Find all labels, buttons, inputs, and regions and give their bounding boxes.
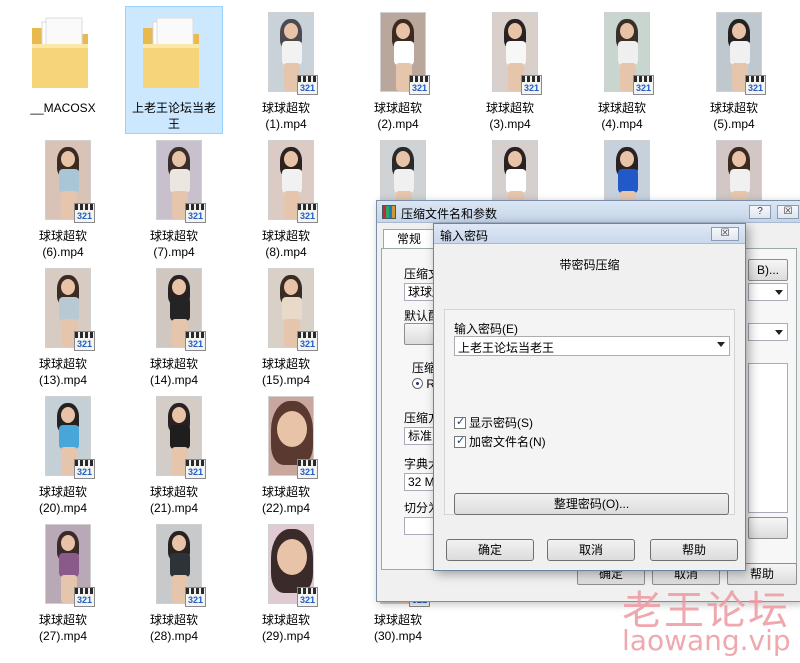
organize-passwords-button[interactable]: 整理密码(O)... <box>454 493 729 515</box>
enter-password-dialog: 输入密码 ☒ 带密码压缩 输入密码(E) 上老王论坛当老王 显示密码(S) 加密… <box>433 223 746 571</box>
archive-options-box <box>748 363 788 513</box>
file-name-label: __MACOSX <box>30 101 96 115</box>
media-player-icon: 321 <box>185 587 206 607</box>
media-player-icon: 321 <box>745 75 766 95</box>
file-name-label: 球球超软 (5).mp4 <box>709 101 758 131</box>
file-name-label: 球球超软 (20).mp4 <box>38 485 88 515</box>
file-name-label: 球球超软 (15).mp4 <box>261 357 311 387</box>
checkbox-checked-icon[interactable] <box>454 434 466 448</box>
media-player-icon: 321 <box>74 203 95 223</box>
video-thumbnail: 321 <box>492 12 542 95</box>
media-player-icon: 321 <box>185 203 206 223</box>
password-combobox[interactable]: 上老王论坛当老王 <box>454 336 730 356</box>
archive-dialog-title: 压缩文件名和参数 <box>401 207 498 221</box>
password-dialog-titlebar: 输入密码 ☒ <box>434 224 745 244</box>
file-name-label: 上老王论坛当老王 <box>131 101 216 131</box>
video-thumbnail: 321 <box>45 268 95 351</box>
update-mode-select[interactable] <box>748 283 788 301</box>
media-player-icon: 321 <box>521 75 542 95</box>
video-thumbnail: 321 <box>268 524 318 607</box>
media-player-icon: 321 <box>74 587 95 607</box>
file-name-label: 球球超软 (4).mp4 <box>597 101 646 131</box>
encrypt-filenames-checkbox[interactable]: 加密文件名(N) <box>454 433 546 450</box>
close-icon[interactable]: ☒ <box>777 205 799 219</box>
video-thumbnail: 321 <box>268 268 318 351</box>
media-player-icon: 321 <box>185 459 206 479</box>
show-password-checkbox[interactable]: 显示密码(S) <box>454 414 533 431</box>
file-name-label: 球球超软 (7).mp4 <box>149 229 198 259</box>
media-player-icon: 321 <box>297 203 318 223</box>
media-player-icon: 321 <box>297 331 318 351</box>
media-player-icon: 321 <box>633 75 654 95</box>
video-thumbnail: 321 <box>716 12 766 95</box>
video-thumbnail: 321 <box>156 140 206 223</box>
profiles-button[interactable] <box>404 323 434 345</box>
file-name-label: 球球超软 (14).mp4 <box>149 357 199 387</box>
video-thumbnail: 321 <box>380 12 430 95</box>
help-button[interactable]: 帮助 <box>650 539 738 561</box>
file-name-label: 球球超软 (2).mp4 <box>373 101 422 131</box>
video-thumbnail: 321 <box>45 140 95 223</box>
file-name-label: 球球超软 (30).mp4 <box>373 613 423 643</box>
media-player-icon: 321 <box>297 459 318 479</box>
file-name-label: 球球超软 (3).mp4 <box>485 101 534 131</box>
video-thumbnail: 321 <box>268 12 318 95</box>
winrar-icon <box>382 205 396 219</box>
password-label: 输入密码(E) <box>454 322 518 336</box>
media-player-icon: 321 <box>409 75 430 95</box>
file-name-label: 球球超软 (28).mp4 <box>149 613 199 643</box>
dialog-heading: 带密码压缩 <box>559 258 620 272</box>
file-name-label: 球球超软 (1).mp4 <box>261 101 310 131</box>
watermark-url: laowang.vip <box>622 624 791 657</box>
checkbox-checked-icon[interactable] <box>454 415 466 429</box>
video-thumbnail: 321 <box>156 524 206 607</box>
file-name-label: 球球超软 (21).mp4 <box>149 485 199 515</box>
password-value: 上老王论坛当老王 <box>458 341 555 355</box>
folder-icon <box>143 17 199 88</box>
media-player-icon: 321 <box>185 331 206 351</box>
video-thumbnail: 321 <box>45 396 95 479</box>
file-name-label: 球球超软 (6).mp4 <box>38 229 87 259</box>
help-title-button[interactable]: ? <box>749 205 771 219</box>
archive-dialog-titlebar: 压缩文件名和参数 ? ☒ <box>377 201 800 223</box>
browse-button[interactable]: B)... <box>748 259 788 281</box>
tab-general[interactable]: 常规 <box>383 229 435 249</box>
video-thumbnail: 321 <box>268 396 318 479</box>
media-player-icon: 321 <box>74 331 95 351</box>
set-password-button[interactable] <box>748 517 788 539</box>
chevron-down-icon[interactable] <box>717 342 725 347</box>
file-name-label: 球球超软 (13).mp4 <box>38 357 88 387</box>
video-thumbnail: 321 <box>268 140 318 223</box>
media-player-icon: 321 <box>74 459 95 479</box>
folder-icon <box>32 17 88 88</box>
close-icon[interactable]: ☒ <box>711 227 739 241</box>
cancel-button[interactable]: 取消 <box>547 539 635 561</box>
password-dialog-title: 输入密码 <box>440 229 489 243</box>
media-player-icon: 321 <box>297 75 318 95</box>
file-name-label: 球球超软 (22).mp4 <box>261 485 311 515</box>
profile-select[interactable] <box>748 323 788 341</box>
video-thumbnail: 321 <box>604 12 654 95</box>
video-thumbnail: 321 <box>45 524 95 607</box>
ok-button[interactable]: 确定 <box>446 539 534 561</box>
file-name-label: 球球超软 (29).mp4 <box>261 613 311 643</box>
file-name-label: 球球超软 (8).mp4 <box>261 229 310 259</box>
video-thumbnail: 321 <box>156 396 206 479</box>
file-name-label: 球球超软 (27).mp4 <box>38 613 88 643</box>
media-player-icon: 321 <box>297 587 318 607</box>
video-thumbnail: 321 <box>156 268 206 351</box>
